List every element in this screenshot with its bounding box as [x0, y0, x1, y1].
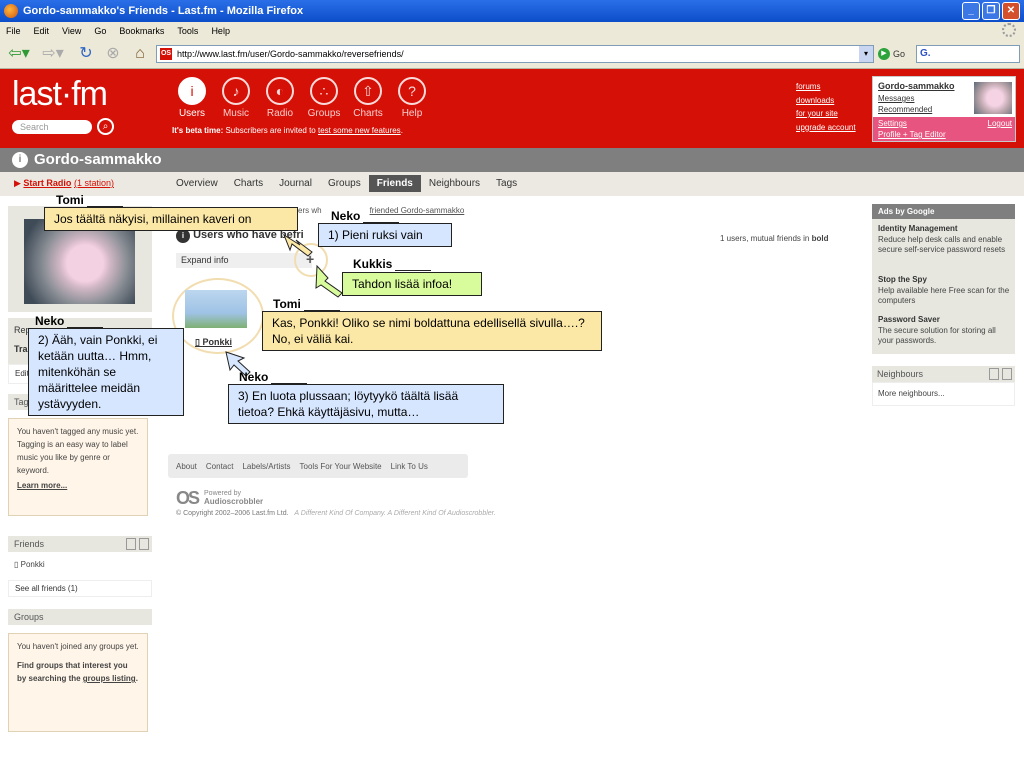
callout-speaker: Tomi: [270, 297, 340, 312]
browser-window: Gordo-sammakko's Friends - Last.fm - Moz…: [0, 0, 1024, 768]
callout-speaker: Neko: [328, 209, 401, 224]
callout-bubble: 1) Pieni ruksi vain: [318, 223, 452, 247]
callout-speaker: Neko: [236, 370, 309, 385]
callout-bubble: Jos täältä näkyisi, millainen kaveri on: [44, 207, 298, 231]
callout-speaker: Tomi: [53, 193, 123, 208]
callout-bubble: 2) Ääh, vain Ponkki, ei ketään uutta… Hm…: [28, 328, 184, 416]
callout-speaker: Kukkis: [350, 257, 433, 272]
callout-pointer: [282, 233, 313, 257]
callout-pointer: [315, 264, 343, 298]
callout-bubble: Tahdon lisää infoa!: [342, 272, 482, 296]
callout-bubble: Kas, Ponkki! Oliko se nimi boldattuna ed…: [262, 311, 602, 351]
callout-bubble: 3) En luota plussaan; löytyykö täältä li…: [228, 384, 504, 424]
callout-speaker: Neko: [32, 314, 105, 329]
